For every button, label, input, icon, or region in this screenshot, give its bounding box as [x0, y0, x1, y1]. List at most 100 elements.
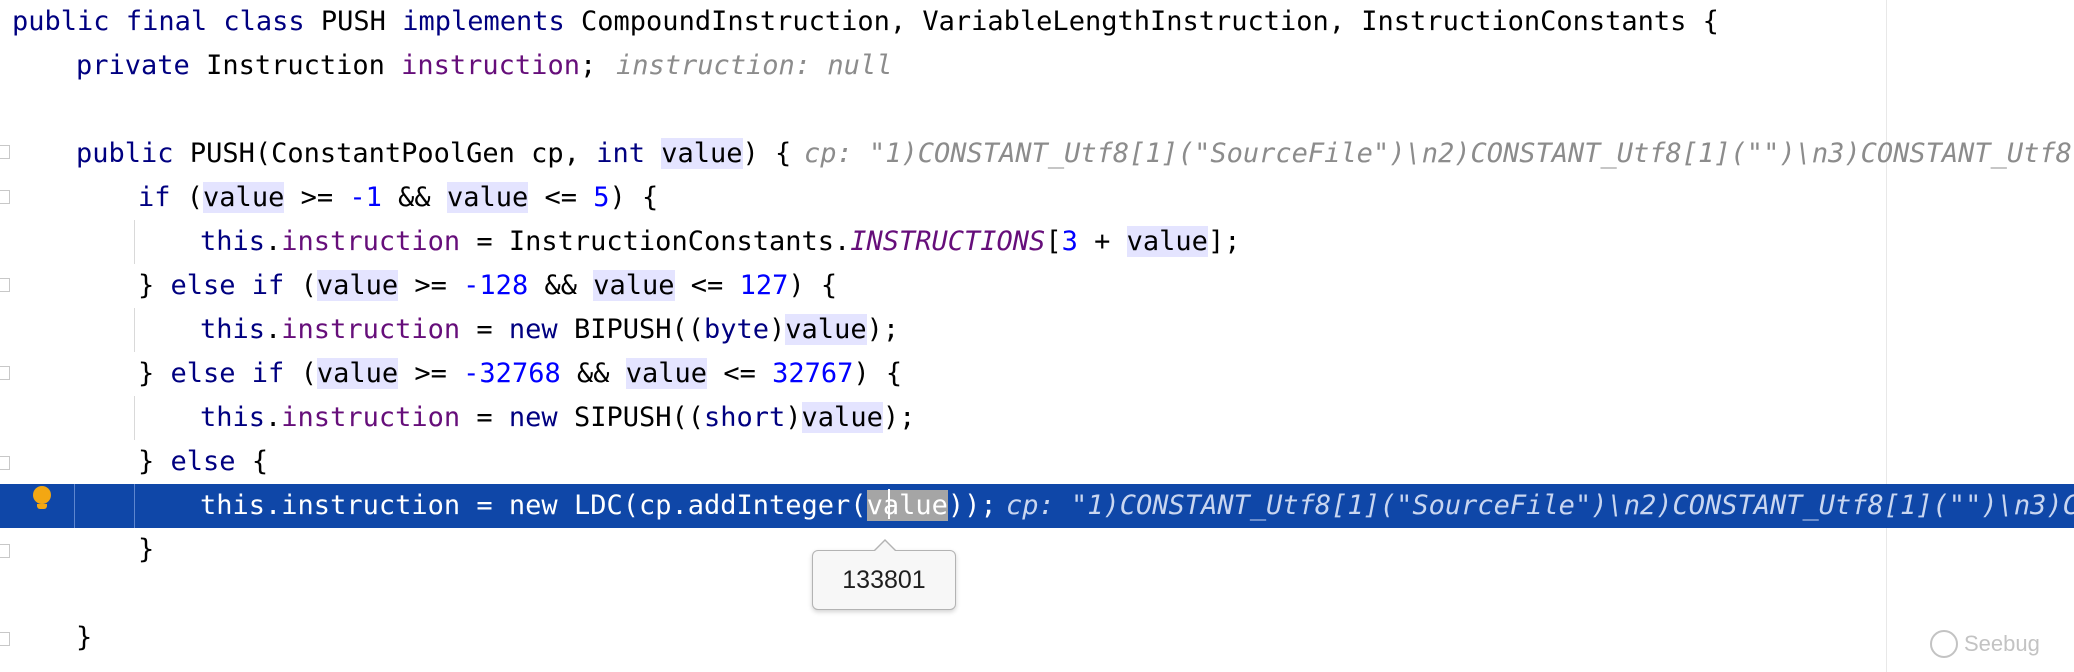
code-line-2[interactable]: private Instruction instruction; instruct…: [0, 44, 2074, 88]
code-line-4[interactable]: public PUSH(ConstantPoolGen cp, int valu…: [0, 132, 2074, 176]
operator: >=: [300, 182, 334, 213]
current-execution-line[interactable]: this.instruction = new LDC(cp.addInteger…: [0, 484, 2074, 528]
punctuation: }: [138, 534, 155, 565]
method-call: LDC(cp.addInteger(: [573, 490, 867, 521]
hovered-identifier[interactable]: value: [866, 490, 948, 521]
tooltip-value: 133801: [842, 565, 926, 594]
code-line-14[interactable]: [0, 572, 2074, 616]
identifier-highlight: value: [446, 182, 529, 213]
code-line-15[interactable]: }: [0, 616, 2074, 660]
code-line-13[interactable]: }: [0, 528, 2074, 572]
keyword: byte: [704, 314, 770, 345]
number-literal: -128: [463, 270, 529, 301]
identifier-highlight: value: [625, 358, 708, 389]
punctuation: (: [186, 182, 204, 213]
watermark-text: Seebug: [1964, 631, 2040, 656]
code-line-7[interactable]: } else if (value >= -128 && value <= 127…: [0, 264, 2074, 308]
keyword: final: [125, 6, 208, 37]
tooltip-arrow: [874, 541, 896, 552]
number-literal: 5: [593, 182, 610, 213]
punctuation: }: [138, 270, 171, 301]
punctuation: }: [138, 358, 171, 389]
indent-guide: [134, 308, 135, 352]
debug-inline-value: instruction: null: [616, 50, 893, 81]
punctuation: .: [265, 490, 282, 521]
keyword: this: [200, 314, 266, 345]
static-field: INSTRUCTIONS: [850, 226, 1046, 257]
indent-guide: [134, 220, 135, 264]
punctuation: .: [265, 314, 282, 345]
seebug-logo-icon: [1930, 630, 1958, 658]
keyword: this: [200, 490, 266, 521]
punctuation: }: [76, 622, 93, 653]
keyword: this: [200, 402, 266, 433]
code-editor[interactable]: public final class PUSH implements Compo…: [0, 0, 2074, 672]
field-name: instruction: [281, 226, 461, 257]
constructor-signature: PUSH(ConstantPoolGen cp,: [189, 138, 580, 169]
operator: >=: [414, 358, 447, 389]
punctuation: (: [300, 270, 317, 301]
punctuation: .: [265, 402, 282, 433]
assignment: =: [476, 314, 493, 345]
identifier-highlight: value: [801, 402, 883, 433]
keyword: this: [200, 226, 266, 257]
code-line-10[interactable]: this.instruction = new SIPUSH((short)val…: [0, 396, 2074, 440]
number-literal: 127: [739, 270, 789, 301]
operator: >=: [414, 270, 447, 301]
debug-inline-value: cp: "1)CONSTANT_Utf8[1]("SourceFile")\n2…: [804, 138, 2074, 169]
identifier-highlight: value: [316, 358, 399, 389]
code-line-3[interactable]: [0, 88, 2074, 132]
punctuation: ): [785, 402, 802, 433]
punctuation: ): [769, 314, 786, 345]
number-literal: 32767: [772, 358, 854, 389]
keyword: if: [138, 182, 171, 213]
keyword: else if: [170, 358, 285, 389]
interfaces: CompoundInstruction, VariableLengthInstr…: [581, 6, 1719, 37]
identifier-highlight: value: [661, 138, 743, 169]
code-line-5[interactable]: if (value >= -1 && value <= 5) {: [0, 176, 2074, 220]
operator: <=: [723, 358, 756, 389]
operator: &&: [398, 182, 431, 213]
indent-guide: [134, 484, 135, 528]
punctuation: ) {: [853, 358, 903, 389]
constructor-call: SIPUSH((: [573, 402, 704, 433]
code-line-9[interactable]: } else if (value >= -32768 && value <= 3…: [0, 352, 2074, 396]
debug-inline-value: cp: "1)CONSTANT_Utf8[1]("SourceFile")\n2…: [1006, 490, 2074, 521]
keyword: else if: [170, 270, 285, 301]
code-line-8[interactable]: this.instruction = new BIPUSH((byte)valu…: [0, 308, 2074, 352]
keyword: implements: [402, 6, 565, 37]
code-line-1[interactable]: public final class PUSH implements Compo…: [0, 0, 2074, 44]
punctuation: ) {: [788, 270, 838, 301]
keyword: public: [76, 138, 174, 169]
punctuation: (: [300, 358, 317, 389]
operator: +: [1094, 226, 1111, 257]
assignment: =: [476, 402, 493, 433]
lightbulb-icon[interactable]: [32, 486, 52, 509]
keyword: new: [508, 402, 558, 433]
gutter-divider: [74, 484, 75, 528]
keyword: class: [223, 6, 305, 37]
punctuation: {: [251, 446, 269, 477]
keyword: private: [76, 50, 190, 81]
identifier-highlight: value: [316, 270, 399, 301]
identifier-highlight: value: [203, 182, 285, 213]
keyword: new: [508, 314, 558, 345]
punctuation: );: [882, 402, 916, 433]
operator: &&: [544, 270, 577, 301]
code-line-6[interactable]: this.instruction = InstructionConstants.…: [0, 220, 2074, 264]
semicolon: ;: [579, 50, 597, 81]
operator: &&: [576, 358, 610, 389]
field-name: instruction: [401, 50, 580, 81]
code-line-11[interactable]: } else {: [0, 440, 2074, 484]
number-literal: -1: [349, 182, 382, 213]
keyword: public: [12, 6, 110, 37]
keyword: else: [170, 446, 236, 477]
identifier-highlight: value: [1126, 226, 1208, 257]
variable-value-tooltip[interactable]: 133801: [812, 539, 956, 610]
identifier-highlight: value: [593, 270, 675, 301]
punctuation: );: [866, 314, 900, 345]
text-caret: [888, 489, 890, 519]
identifier-highlight: value: [785, 314, 867, 345]
keyword: new: [508, 490, 558, 521]
number-literal: -32768: [463, 358, 561, 389]
